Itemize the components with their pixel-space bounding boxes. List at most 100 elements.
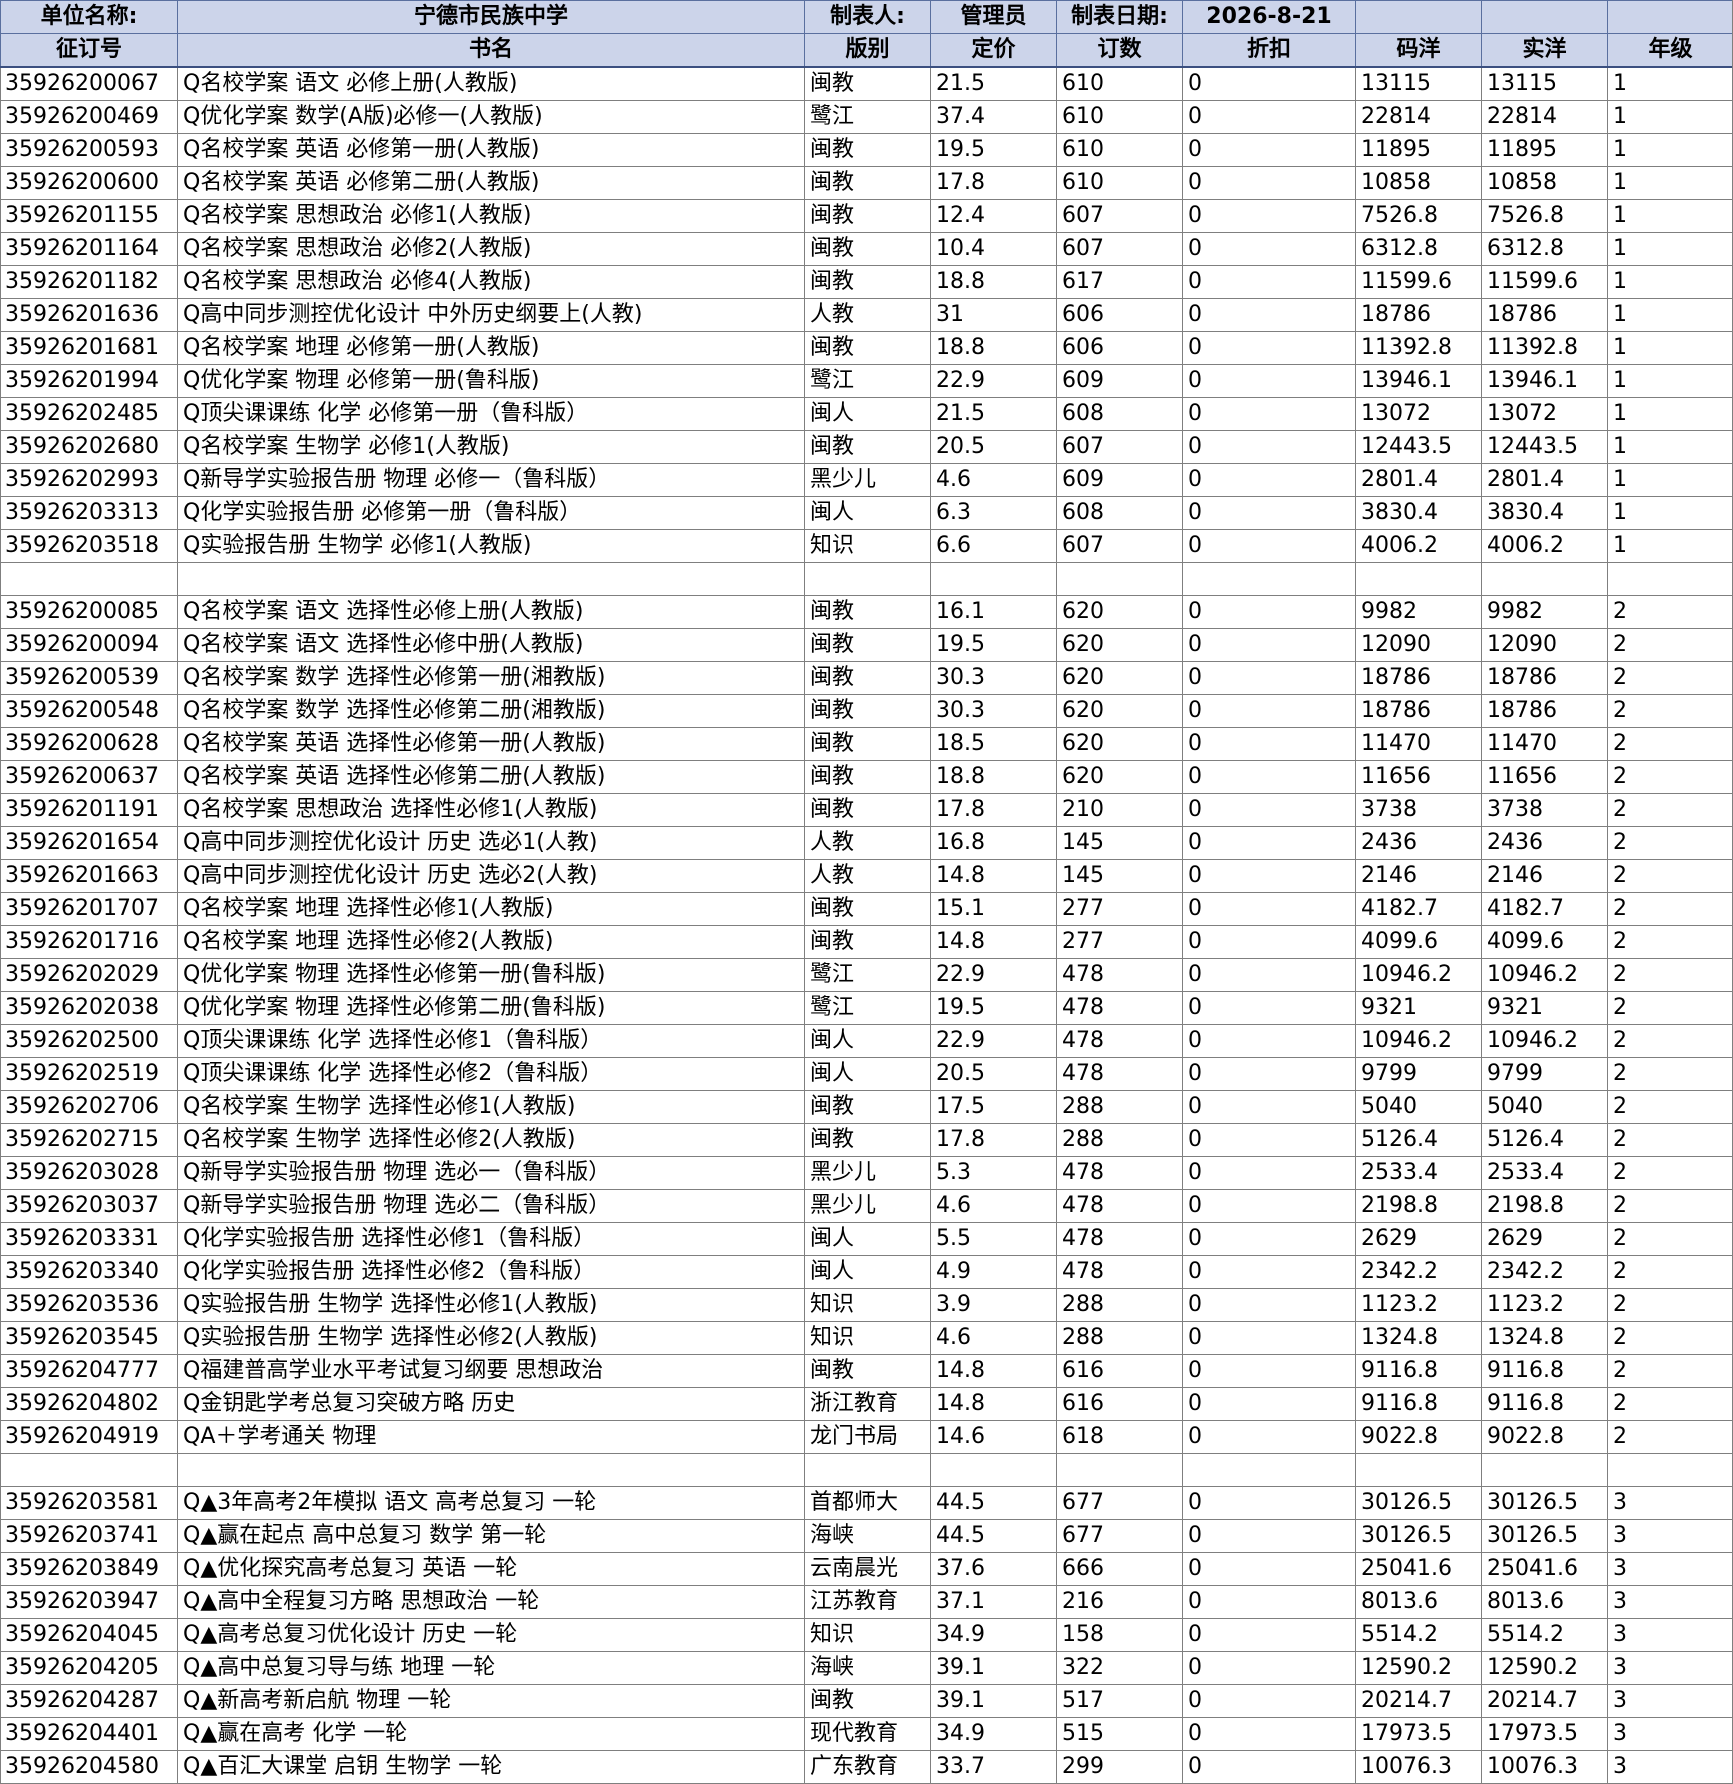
cell-discount[interactable]: 0 [1183, 761, 1356, 794]
cell-list-value[interactable]: 25041.6 [1356, 1553, 1482, 1586]
cell-list-value[interactable]: 9799 [1356, 1058, 1482, 1091]
cell-discount[interactable]: 0 [1183, 1256, 1356, 1289]
cell-quantity[interactable]: 478 [1057, 1025, 1183, 1058]
cell-grade[interactable]: 1 [1608, 299, 1733, 332]
cell-order-number[interactable]: 35926203849 [1, 1553, 178, 1586]
cell-quantity[interactable]: 620 [1057, 662, 1183, 695]
cell-grade[interactable]: 1 [1608, 200, 1733, 233]
cell-publisher[interactable]: 海峡 [805, 1652, 931, 1685]
cell-quantity[interactable]: 666 [1057, 1553, 1183, 1586]
cell-grade[interactable]: 2 [1608, 662, 1733, 695]
cell-list-value[interactable]: 1324.8 [1356, 1322, 1482, 1355]
cell-discount[interactable]: 0 [1183, 1355, 1356, 1388]
cell-net-value[interactable]: 13072 [1482, 398, 1608, 431]
cell-order-number[interactable]: 35926201716 [1, 926, 178, 959]
cell-discount[interactable]: 0 [1183, 1058, 1356, 1091]
cell-book-title[interactable]: Q名校学案 地理 选择性必修2(人教版) [178, 926, 805, 959]
cell-order-number[interactable]: 35926200628 [1, 728, 178, 761]
cell-quantity[interactable]: 607 [1057, 233, 1183, 266]
cell-price[interactable]: 20.5 [931, 431, 1057, 464]
cell-order-number[interactable]: 35926202680 [1, 431, 178, 464]
cell-discount[interactable]: 0 [1183, 1553, 1356, 1586]
cell-price[interactable]: 17.8 [931, 1124, 1057, 1157]
cell-publisher[interactable]: 制表人: [805, 1, 931, 34]
cell-quantity[interactable]: 609 [1057, 464, 1183, 497]
cell-price[interactable]: 33.7 [931, 1751, 1057, 1784]
cell-discount[interactable]: 0 [1183, 1223, 1356, 1256]
cell-discount[interactable]: 0 [1183, 67, 1356, 101]
cell-list-value[interactable]: 8013.6 [1356, 1586, 1482, 1619]
cell-list-value[interactable]: 20214.7 [1356, 1685, 1482, 1718]
cell-quantity[interactable]: 322 [1057, 1652, 1183, 1685]
cell-price[interactable]: 18.8 [931, 266, 1057, 299]
cell-net-value[interactable] [1482, 563, 1608, 596]
cell-grade[interactable]: 3 [1608, 1685, 1733, 1718]
cell-grade[interactable]: 2 [1608, 926, 1733, 959]
cell-net-value[interactable]: 12090 [1482, 629, 1608, 662]
cell-publisher[interactable]: 闽教 [805, 200, 931, 233]
cell-list-value[interactable]: 9321 [1356, 992, 1482, 1025]
cell-discount[interactable]: 0 [1183, 1718, 1356, 1751]
cell-book-title[interactable]: Q名校学案 地理 选择性必修1(人教版) [178, 893, 805, 926]
cell-quantity[interactable]: 145 [1057, 827, 1183, 860]
cell-discount[interactable]: 0 [1183, 233, 1356, 266]
cell-publisher[interactable]: 龙门书局 [805, 1421, 931, 1454]
cell-order-number[interactable]: 35926201994 [1, 365, 178, 398]
cell-list-value[interactable]: 13946.1 [1356, 365, 1482, 398]
cell-book-title[interactable]: Q名校学案 生物学 选择性必修2(人教版) [178, 1124, 805, 1157]
cell-discount[interactable]: 0 [1183, 167, 1356, 200]
cell-publisher[interactable]: 闽教 [805, 266, 931, 299]
cell-list-value[interactable]: 2342.2 [1356, 1256, 1482, 1289]
cell-book-title[interactable]: Q名校学案 数学 选择性必修第二册(湘教版) [178, 695, 805, 728]
cell-grade[interactable]: 3 [1608, 1652, 1733, 1685]
cell-discount[interactable]: 0 [1183, 1421, 1356, 1454]
cell-book-title[interactable]: 宁德市民族中学 [178, 1, 805, 34]
cell-list-value[interactable]: 9022.8 [1356, 1421, 1482, 1454]
cell-discount[interactable]: 0 [1183, 827, 1356, 860]
cell-discount[interactable]: 0 [1183, 431, 1356, 464]
cell-order-number[interactable]: 35926200593 [1, 134, 178, 167]
cell-list-value[interactable]: 22814 [1356, 101, 1482, 134]
cell-quantity[interactable]: 订数 [1057, 34, 1183, 68]
cell-net-value[interactable]: 11895 [1482, 134, 1608, 167]
cell-grade[interactable]: 1 [1608, 497, 1733, 530]
cell-list-value[interactable]: 1123.2 [1356, 1289, 1482, 1322]
cell-net-value[interactable]: 13946.1 [1482, 365, 1608, 398]
cell-book-title[interactable]: 书名 [178, 34, 805, 68]
cell-publisher[interactable]: 闽人 [805, 398, 931, 431]
cell-discount[interactable]: 0 [1183, 530, 1356, 563]
cell-quantity[interactable]: 606 [1057, 299, 1183, 332]
cell-book-title[interactable]: Q福建普高学业水平考试复习纲要 思想政治 [178, 1355, 805, 1388]
cell-quantity[interactable]: 517 [1057, 1685, 1183, 1718]
cell-quantity[interactable]: 610 [1057, 67, 1183, 101]
cell-order-number[interactable]: 35926200469 [1, 101, 178, 134]
cell-publisher[interactable]: 鹭江 [805, 959, 931, 992]
cell-publisher[interactable]: 闽教 [805, 662, 931, 695]
cell-list-value[interactable]: 10076.3 [1356, 1751, 1482, 1784]
cell-publisher[interactable]: 知识 [805, 530, 931, 563]
cell-discount[interactable]: 0 [1183, 365, 1356, 398]
cell-net-value[interactable]: 18786 [1482, 299, 1608, 332]
cell-discount[interactable]: 0 [1183, 1586, 1356, 1619]
cell-publisher[interactable]: 闽人 [805, 1256, 931, 1289]
cell-discount[interactable]: 0 [1183, 200, 1356, 233]
cell-discount[interactable]: 0 [1183, 464, 1356, 497]
cell-grade[interactable]: 2 [1608, 827, 1733, 860]
cell-publisher[interactable]: 闽教 [805, 332, 931, 365]
cell-quantity[interactable]: 478 [1057, 992, 1183, 1025]
cell-publisher[interactable]: 鹭江 [805, 992, 931, 1025]
cell-quantity[interactable]: 制表日期: [1057, 1, 1183, 34]
cell-book-title[interactable]: Q名校学案 英语 必修第一册(人教版) [178, 134, 805, 167]
cell-order-number[interactable]: 35926202715 [1, 1124, 178, 1157]
cell-publisher[interactable]: 江苏教育 [805, 1586, 931, 1619]
cell-book-title[interactable]: Q名校学案 思想政治 必修4(人教版) [178, 266, 805, 299]
cell-book-title[interactable] [178, 1454, 805, 1487]
cell-grade[interactable]: 3 [1608, 1553, 1733, 1586]
cell-publisher[interactable]: 闽教 [805, 695, 931, 728]
cell-publisher[interactable]: 浙江教育 [805, 1388, 931, 1421]
cell-price[interactable]: 34.9 [931, 1619, 1057, 1652]
cell-order-number[interactable]: 35926203313 [1, 497, 178, 530]
cell-book-title[interactable]: Q名校学案 语文 选择性必修中册(人教版) [178, 629, 805, 662]
cell-list-value[interactable]: 4006.2 [1356, 530, 1482, 563]
cell-price[interactable] [931, 1454, 1057, 1487]
